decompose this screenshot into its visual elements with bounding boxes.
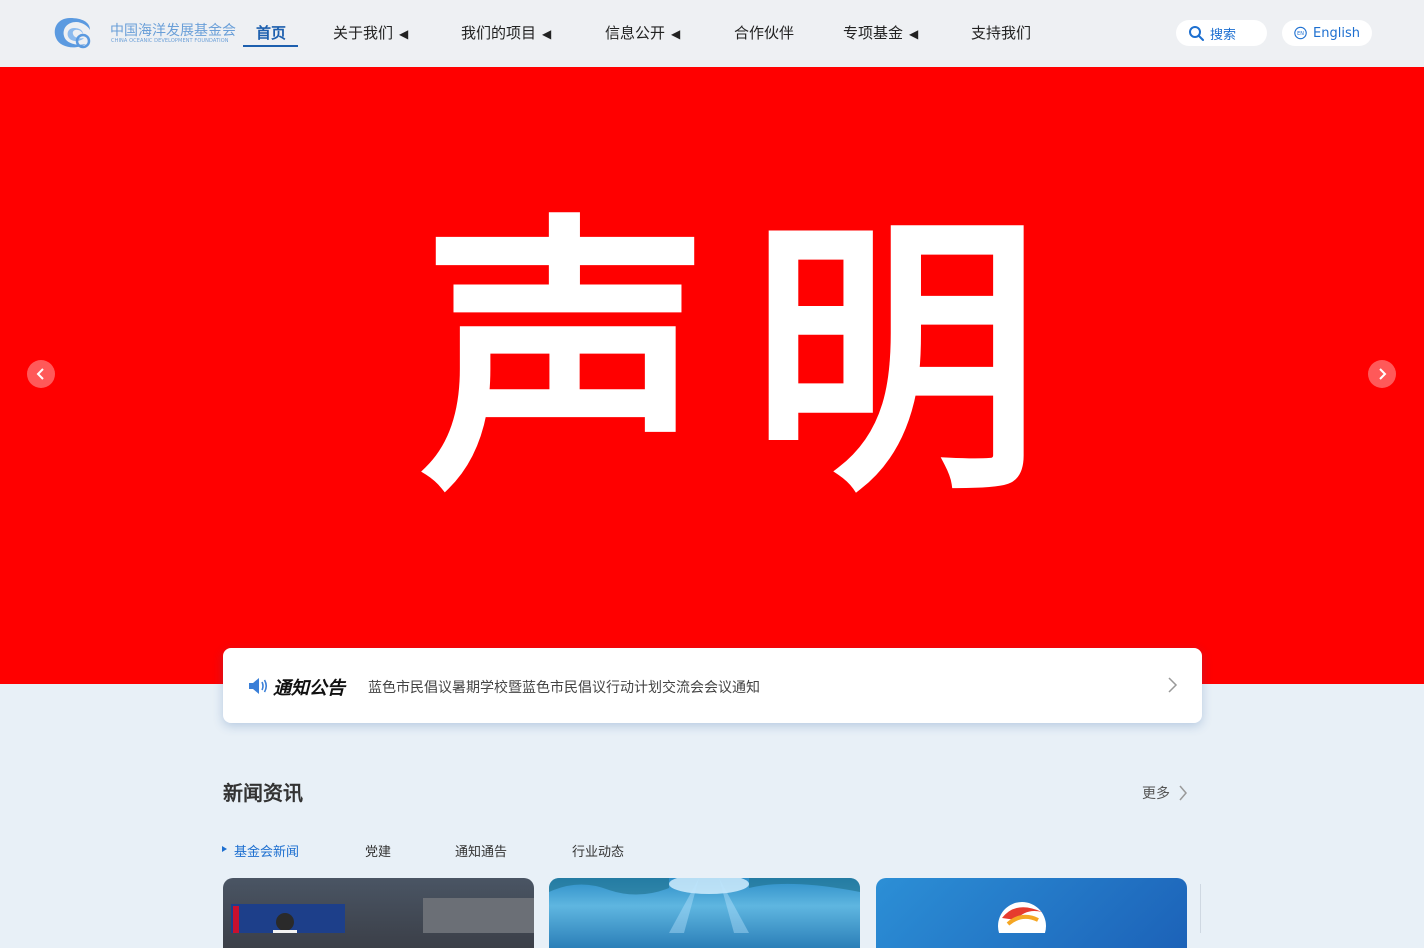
search-label: 搜索: [1210, 27, 1237, 43]
news-section-title: 新闻资讯: [223, 781, 303, 805]
chevron-right-icon: [1179, 785, 1187, 801]
nav-item-disclosure[interactable]: 信息公开 ◀: [605, 23, 680, 47]
chevron-right-icon: [1379, 368, 1387, 380]
banner-prev-button[interactable]: [27, 360, 55, 388]
nav-item-home[interactable]: 首页: [256, 23, 286, 47]
submenu-arrow-icon: ◀: [399, 27, 409, 41]
language-label: English: [1313, 25, 1360, 41]
news-card-image[interactable]: [549, 878, 860, 948]
language-en-icon: EN: [1294, 26, 1307, 40]
logo-wave-icon: [54, 18, 91, 49]
dolphin-logo-image: [998, 902, 1046, 948]
logo-name-cn: 中国海洋发展基金会: [110, 23, 236, 39]
chevron-right-icon[interactable]: [1166, 676, 1178, 694]
nav-active-underline: [243, 45, 298, 47]
tab-industry-news[interactable]: 行业动态: [572, 841, 624, 860]
nav-item-label: 信息公开: [605, 24, 666, 42]
nav-item-about[interactable]: 关于我们 ◀: [333, 23, 408, 47]
notice-bar[interactable]: 通知公告 蓝色市民倡议暑期学校暨蓝色市民倡议行动计划交流会会议通知: [223, 648, 1202, 723]
nav-item-label: 我们的项目: [461, 24, 537, 42]
site-logo[interactable]: 中国海洋发展基金会 CHINA OCEANIC DEVELOPMENT FOUN…: [50, 12, 240, 54]
news-more-label: 更多: [1142, 786, 1170, 802]
notice-text[interactable]: 蓝色市民倡议暑期学校暨蓝色市民倡议行动计划交流会会议通知: [368, 677, 760, 697]
video-conference-image: [231, 898, 534, 944]
nav-item-special-funds[interactable]: 专项基金 ◀: [843, 23, 918, 47]
tab-notices[interactable]: 通知通告: [455, 841, 507, 860]
submenu-arrow-icon: ◀: [909, 27, 919, 41]
nav-item-partners[interactable]: 合作伙伴: [734, 23, 794, 47]
tab-foundation-news[interactable]: 基金会新闻: [234, 841, 299, 860]
nav-item-label: 专项基金: [843, 24, 904, 42]
nav-item-label: 支持我们: [971, 24, 1032, 42]
site-header: 中国海洋发展基金会 CHINA OCEANIC DEVELOPMENT FOUN…: [0, 0, 1424, 68]
submenu-arrow-icon: ◀: [542, 27, 552, 41]
nav-item-label: 关于我们: [333, 24, 394, 42]
logo-name-en: CHINA OCEANIC DEVELOPMENT FOUNDATION: [111, 38, 229, 44]
nav-item-support[interactable]: 支持我们: [971, 23, 1031, 47]
tab-party-building[interactable]: 党建: [365, 841, 391, 860]
search-icon: [1189, 26, 1204, 41]
active-tab-marker-icon: [222, 846, 227, 852]
speaker-icon: [249, 678, 268, 694]
banner-headline: 声明: [420, 193, 1080, 530]
nav-item-label: 首页: [256, 24, 287, 42]
carousel-edge-divider: [1200, 884, 1201, 933]
banner-next-button[interactable]: [1368, 360, 1396, 388]
language-badge: EN: [1297, 31, 1304, 37]
notice-title: 通知公告: [273, 678, 345, 699]
news-more-link[interactable]: 更多: [1142, 783, 1188, 803]
news-card-image[interactable]: [223, 878, 534, 948]
underwater-image: [549, 878, 860, 933]
search-button[interactable]: 搜索: [1176, 20, 1267, 46]
hero-banner: 声明: [0, 67, 1424, 684]
submenu-arrow-icon: ◀: [671, 27, 681, 41]
news-card-image[interactable]: [876, 878, 1187, 948]
language-switch-button[interactable]: EN English: [1282, 20, 1372, 46]
nav-item-projects[interactable]: 我们的项目 ◀: [461, 23, 551, 47]
chevron-left-icon: [36, 368, 44, 380]
nav-item-label: 合作伙伴: [734, 24, 795, 42]
